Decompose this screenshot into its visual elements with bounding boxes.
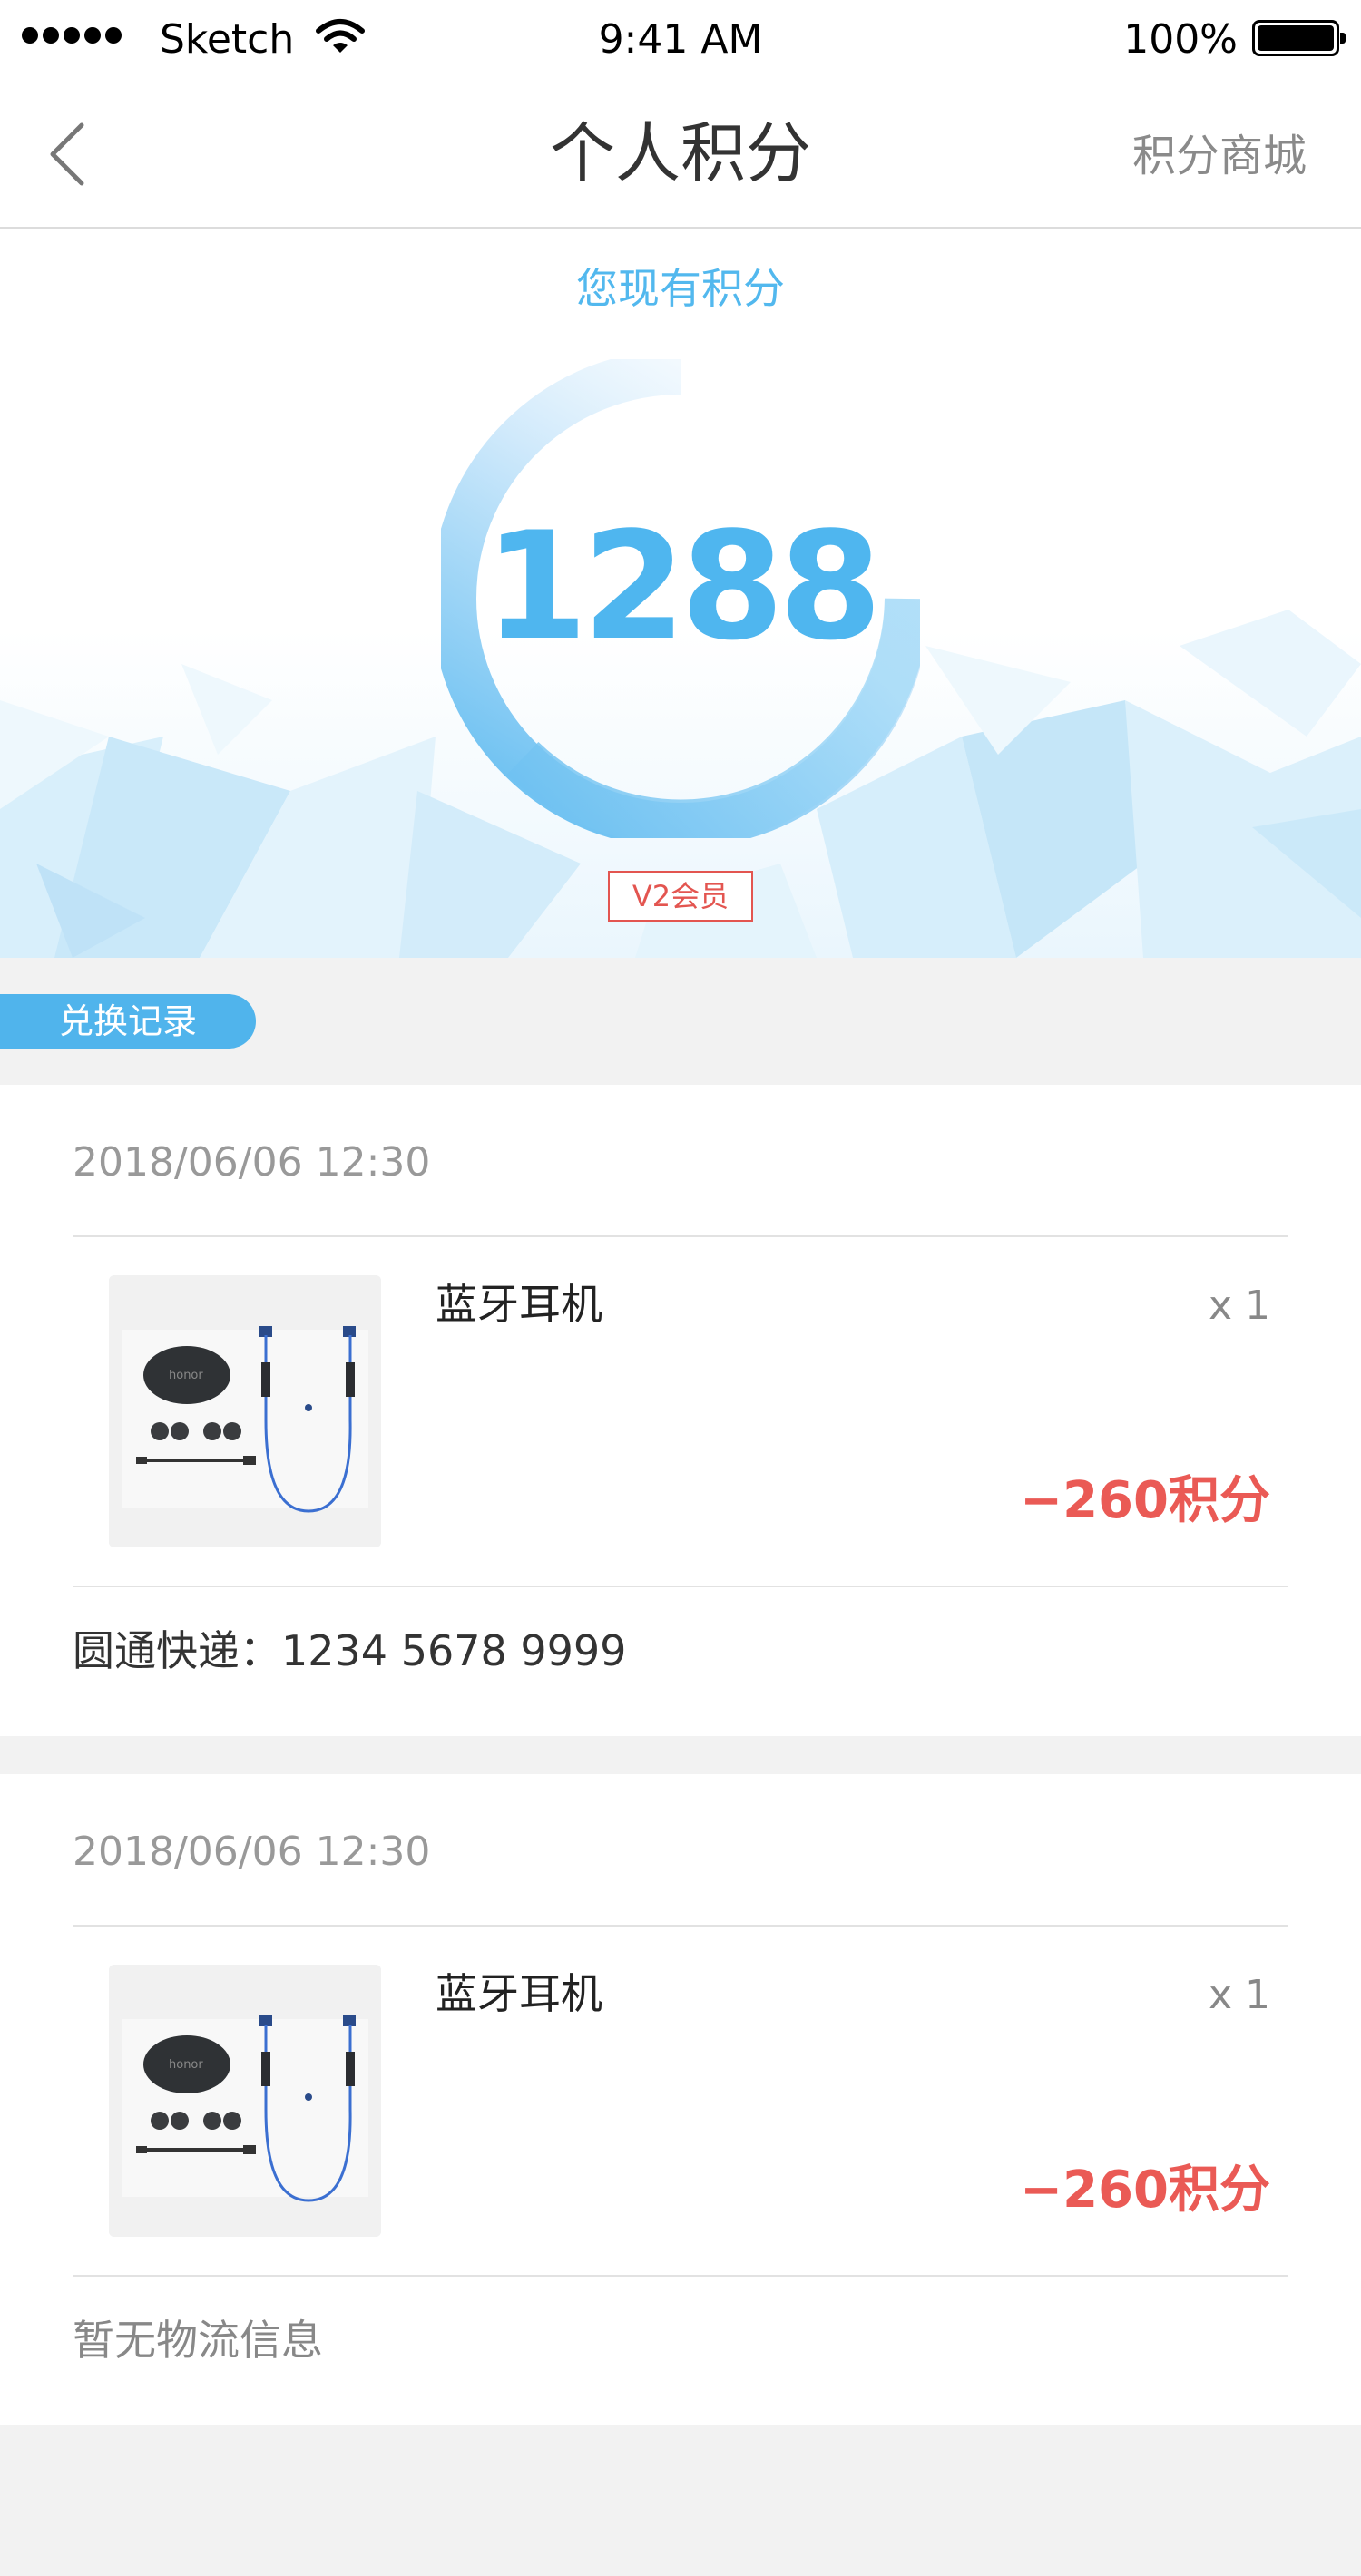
divider bbox=[73, 1235, 1288, 1237]
points-hero: 您现有积分 1288 V2会员 bbox=[0, 229, 1361, 958]
product-image: honor bbox=[109, 1965, 381, 2237]
status-bar: Sketch 9:41 AM 100% bbox=[0, 0, 1361, 80]
item-quantity: x 1 bbox=[1208, 1972, 1270, 2018]
nav-bar: 个人积分 积分商城 bbox=[0, 80, 1361, 229]
points-value: 1288 bbox=[484, 500, 882, 673]
divider bbox=[73, 1586, 1288, 1587]
product-image: honor bbox=[109, 1275, 381, 1547]
points-deducted: −260积分 bbox=[1020, 1471, 1270, 1530]
battery-percent: 100% bbox=[1123, 16, 1238, 63]
logistics-info: 圆通快递：1234 5678 9999 bbox=[73, 1626, 627, 1675]
exchange-record-card[interactable]: 2018/06/06 12:30 honor 蓝牙耳机 x 1 −260积分 圆… bbox=[0, 1085, 1361, 1736]
record-time: 2018/06/06 12:30 bbox=[73, 1829, 431, 1875]
item-quantity: x 1 bbox=[1208, 1283, 1270, 1329]
exchange-record-card[interactable]: 2018/06/06 12:30 honor 蓝牙耳机 x 1 −260积分 暂… bbox=[0, 1774, 1361, 2425]
item-name: 蓝牙耳机 bbox=[436, 1280, 602, 1329]
record-time: 2018/06/06 12:30 bbox=[73, 1139, 431, 1186]
svg-text:honor: honor bbox=[169, 2058, 203, 2072]
earphones-image-icon: honor bbox=[109, 1965, 381, 2237]
battery-icon bbox=[1252, 20, 1346, 56]
item-name: 蓝牙耳机 bbox=[436, 1969, 602, 2018]
member-level-badge: V2会员 bbox=[608, 871, 753, 922]
divider bbox=[73, 1925, 1288, 1927]
exchange-records-tag: 兑换记录 bbox=[0, 994, 256, 1049]
points-label: 您现有积分 bbox=[576, 264, 785, 313]
earphones-image-icon: honor bbox=[109, 1275, 381, 1547]
svg-text:honor: honor bbox=[169, 1369, 203, 1382]
points-mall-link[interactable]: 积分商城 bbox=[1132, 129, 1307, 183]
logistics-info: 暂无物流信息 bbox=[73, 2316, 323, 2365]
points-deducted: −260积分 bbox=[1020, 2161, 1270, 2220]
divider bbox=[73, 2275, 1288, 2277]
